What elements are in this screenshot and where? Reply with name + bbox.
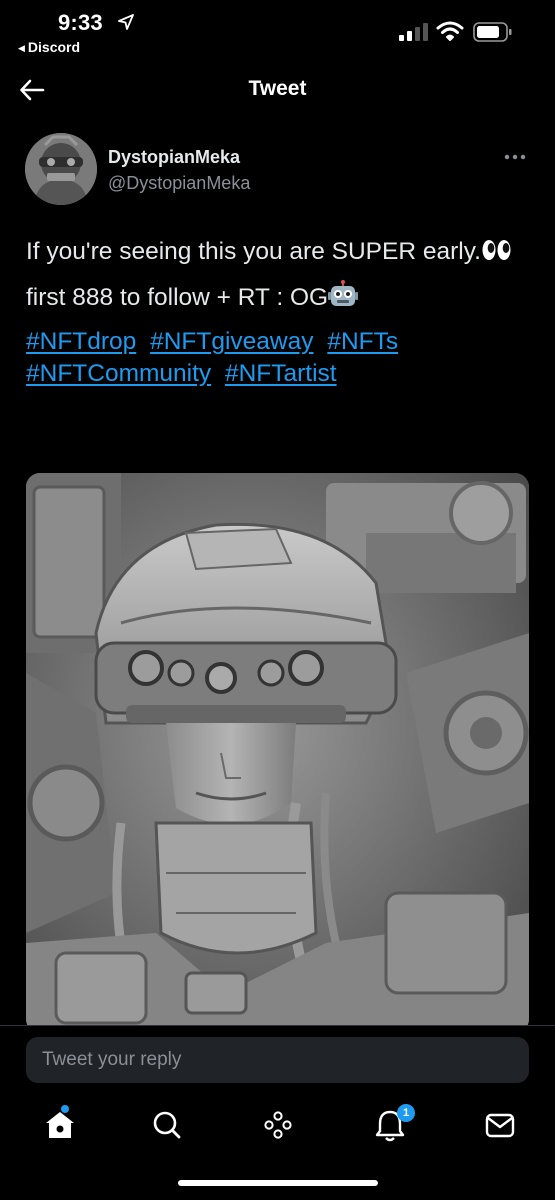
search-icon[interactable] (147, 1107, 187, 1143)
tweet-header: Tweet (0, 60, 555, 120)
tweet-line-2: first 888 to follow + RT : OG (26, 280, 536, 314)
cellular-signal-icon (399, 23, 428, 41)
author-handle[interactable]: @DystopianMeka (108, 173, 250, 194)
reply-bar (0, 1025, 555, 1095)
status-bar: 9:33 ◀ Discord (0, 0, 555, 60)
battery-icon (473, 22, 512, 42)
spaces-icon[interactable] (258, 1107, 298, 1143)
tweet-line-1-text: If you're seeing this you are SUPER earl… (26, 238, 481, 265)
tweet-media-image[interactable] (26, 473, 529, 1033)
back-to-app-link[interactable]: ◀ Discord (18, 39, 80, 55)
notifications-badge: 1 (397, 1104, 415, 1122)
hashtag-list: #NFTdrop #NFTgiveaway #NFTs #NFTCommunit… (26, 326, 536, 390)
back-app-label: Discord (27, 39, 81, 55)
robot-soldier-image (26, 473, 529, 1033)
home-unread-dot (61, 1105, 69, 1113)
back-triangle-icon: ◀ (18, 43, 25, 53)
location-arrow-icon (118, 14, 134, 30)
hashtag-nfts[interactable]: #NFTs (327, 328, 398, 355)
hashtag-nftartist[interactable]: #NFTartist (225, 360, 337, 387)
tweet-line-2-text: first 888 to follow + RT : OG (26, 284, 329, 311)
home-icon[interactable] (40, 1107, 80, 1143)
page-title: Tweet (248, 77, 307, 100)
reply-input[interactable] (26, 1037, 529, 1083)
eyes-emoji (482, 240, 511, 260)
more-horizontal-icon[interactable] (502, 148, 528, 166)
hashtag-nftcommunity[interactable]: #NFTCommunity (26, 360, 211, 387)
author-avatar[interactable] (25, 133, 97, 205)
wifi-icon (436, 21, 464, 41)
messages-icon[interactable] (480, 1107, 520, 1143)
robot-emoji (328, 280, 359, 306)
hashtag-nftdrop[interactable]: #NFTdrop (26, 328, 136, 355)
home-indicator (178, 1180, 378, 1186)
author-display-name[interactable]: DystopianMeka (108, 147, 240, 168)
tweet-text: If you're seeing this you are SUPER earl… (26, 236, 536, 402)
tweet-line-1: If you're seeing this you are SUPER earl… (26, 236, 536, 268)
avatar-image (25, 133, 97, 205)
status-time: 9:33 (58, 10, 103, 35)
hashtag-nftgiveaway[interactable]: #NFTgiveaway (150, 328, 313, 355)
